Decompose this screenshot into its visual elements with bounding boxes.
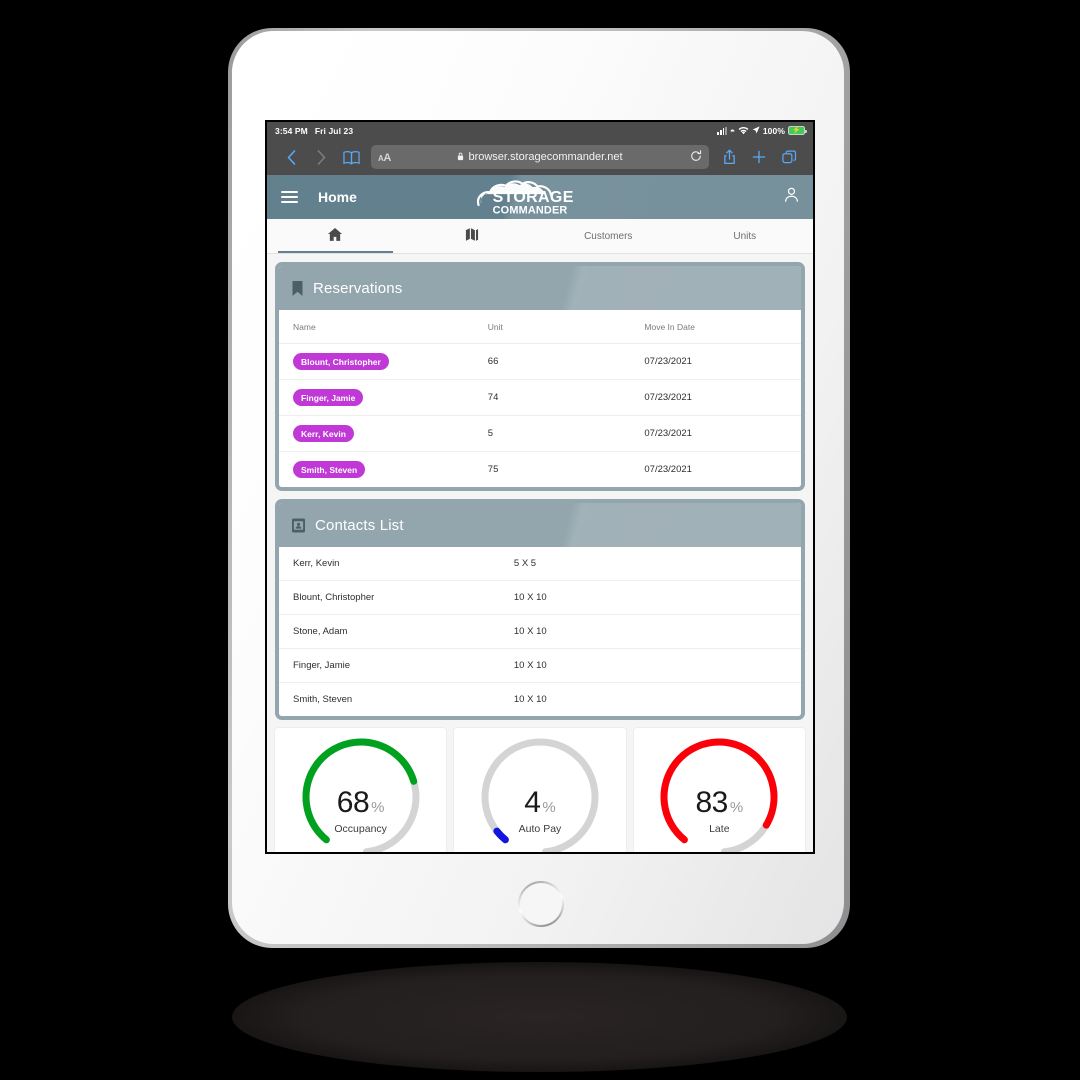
dashboard-content: Reservations Name Unit Move In Date Blou… — [267, 254, 813, 852]
tablet-home-button[interactable] — [518, 881, 564, 927]
status-bar-time: 3:54 PM — [275, 125, 308, 136]
new-tab-button[interactable] — [744, 144, 774, 170]
gauge-label: Occupancy — [334, 823, 387, 835]
reservation-unit: 75 — [487, 464, 499, 475]
tab-map[interactable] — [404, 219, 541, 253]
gauge-label: Auto Pay — [518, 823, 562, 835]
url-bar[interactable]: AA browser.storagecommander.net — [371, 145, 709, 169]
gauge-card-late[interactable]: 83% Late — [633, 728, 805, 852]
back-button[interactable] — [276, 144, 306, 170]
table-row[interactable]: Kerr, Kevin 5 07/23/2021 — [279, 415, 801, 452]
bookmark-icon — [291, 280, 304, 297]
battery-charging-icon: ⚡ — [788, 126, 807, 135]
reservation-unit: 66 — [487, 343, 645, 380]
gauge-value: 68 — [336, 786, 370, 819]
gauge-unit: % — [371, 799, 385, 816]
main-tab-bar: Customers Units — [267, 219, 813, 254]
tab-customers-label: Customers — [584, 230, 633, 242]
url-text: browser.storagecommander.net — [468, 151, 623, 163]
storage-commander-logo: STORAGE COMMANDER — [476, 178, 604, 218]
tablet-screen: 3:54 PM Fri Jul 23 ◓ 100% ⚡ AA browser.s… — [265, 120, 815, 854]
contact-size: 10 X 10 — [513, 614, 801, 649]
ios-status-bar: 3:54 PM Fri Jul 23 ◓ 100% ⚡ — [267, 122, 813, 139]
tab-units-label: Units — [733, 230, 757, 242]
forward-button[interactable] — [306, 144, 336, 170]
contact-name: Smith, Steven — [293, 694, 353, 705]
contacts-table: Kerr, Kevin 5 X 5 Blount, Christopher 10… — [279, 547, 801, 716]
app-header: Home STORAGE COMMANDER — [267, 175, 813, 219]
reservations-card: Reservations Name Unit Move In Date Blou… — [275, 262, 805, 491]
column-header-name: Name — [279, 310, 488, 344]
reservation-name-badge[interactable]: Kerr, Kevin — [293, 425, 354, 442]
reload-icon[interactable] — [690, 149, 702, 165]
reservation-date: 07/23/2021 — [644, 343, 801, 380]
tab-home[interactable] — [267, 219, 404, 253]
hamburger-menu-icon[interactable] — [281, 191, 298, 203]
reservation-date: 07/23/2021 — [644, 464, 692, 475]
list-item[interactable]: Kerr, Kevin 5 X 5 — [279, 547, 801, 581]
tablet-drop-shadow — [232, 962, 847, 1072]
table-row[interactable]: Blount, Christopher 66 07/23/2021 — [279, 343, 801, 380]
contacts-card-header: Contacts List — [279, 503, 801, 547]
safari-toolbar: AA browser.storagecommander.net — [267, 139, 813, 175]
screenshot-stage: 3:54 PM Fri Jul 23 ◓ 100% ⚡ AA browser.s… — [0, 0, 1080, 1080]
tab-units[interactable]: Units — [677, 219, 814, 253]
reservation-date: 07/23/2021 — [644, 379, 801, 416]
map-icon — [465, 227, 479, 245]
contact-name: Blount, Christopher — [279, 580, 514, 615]
contact-name: Finger, Jamie — [279, 648, 514, 683]
logo-line-2: COMMANDER — [493, 204, 568, 216]
page-title: Home — [318, 189, 357, 205]
contact-size: 10 X 10 — [513, 648, 801, 683]
gauge-label: Late — [709, 823, 730, 835]
lock-icon — [457, 152, 464, 163]
list-item[interactable]: Blount, Christopher 10 X 10 — [279, 580, 801, 615]
table-row[interactable]: Finger, Jamie 74 07/23/2021 — [279, 379, 801, 416]
bookmarks-icon[interactable] — [336, 144, 366, 170]
column-header-move-in-date: Move In Date — [644, 310, 801, 344]
gauge-card-auto-pay[interactable]: 4% Auto Pay — [454, 728, 626, 852]
person-icon[interactable] — [784, 187, 799, 208]
reservation-name-badge[interactable]: Blount, Christopher — [293, 353, 389, 370]
kpi-gauge-row: 68% Occupancy 4% Auto Pay 83 % Late — [275, 728, 805, 852]
tabs-button[interactable] — [774, 144, 804, 170]
reservations-table: Name Unit Move In Date Blount, Christoph… — [279, 310, 801, 487]
contacts-card: Contacts List Kerr, Kevin 5 X 5 Blount, … — [275, 499, 805, 720]
contacts-title: Contacts List — [315, 516, 404, 534]
logo-line-1: STORAGE — [493, 189, 574, 206]
gauge-unit: % — [729, 799, 744, 816]
home-icon — [327, 227, 343, 245]
list-item[interactable]: Finger, Jamie 10 X 10 — [279, 648, 801, 683]
tab-customers[interactable]: Customers — [540, 219, 677, 253]
share-button[interactable] — [714, 144, 744, 170]
wifi-icon: ◓ — [730, 126, 749, 136]
reservation-name-badge[interactable]: Smith, Steven — [293, 461, 366, 478]
contact-size: 5 X 5 — [513, 547, 801, 581]
gauge-value: 83 — [695, 786, 728, 819]
reservations-card-header: Reservations — [279, 266, 801, 310]
contact-card-icon — [291, 517, 306, 534]
reservation-unit: 74 — [487, 379, 645, 416]
gauge-card-occupancy[interactable]: 68% Occupancy — [275, 728, 447, 852]
contact-size: 10 X 10 — [513, 580, 801, 615]
list-item[interactable]: Smith, Steven 10 X 10 — [279, 683, 801, 717]
table-header-row: Name Unit Move In Date — [279, 310, 801, 344]
reservation-unit: 5 — [487, 415, 645, 452]
reservation-date: 07/23/2021 — [644, 415, 801, 452]
status-bar-date: Fri Jul 23 — [314, 125, 354, 136]
gauge-value: 4 — [524, 786, 541, 819]
gauge-unit: % — [542, 799, 556, 816]
cellular-signal-icon — [717, 126, 727, 135]
table-row[interactable]: Smith, Steven 75 07/23/2021 — [279, 452, 801, 488]
contact-name: Stone, Adam — [279, 614, 514, 649]
contact-size: 10 X 10 — [513, 694, 547, 705]
list-item[interactable]: Stone, Adam 10 X 10 — [279, 614, 801, 649]
column-header-unit: Unit — [487, 310, 645, 344]
reservations-title: Reservations — [313, 279, 403, 297]
reservation-name-badge[interactable]: Finger, Jamie — [293, 389, 364, 406]
location-arrow-icon — [752, 125, 760, 136]
battery-percent-label: 100% — [762, 125, 785, 136]
contact-name: Kerr, Kevin — [279, 547, 514, 581]
